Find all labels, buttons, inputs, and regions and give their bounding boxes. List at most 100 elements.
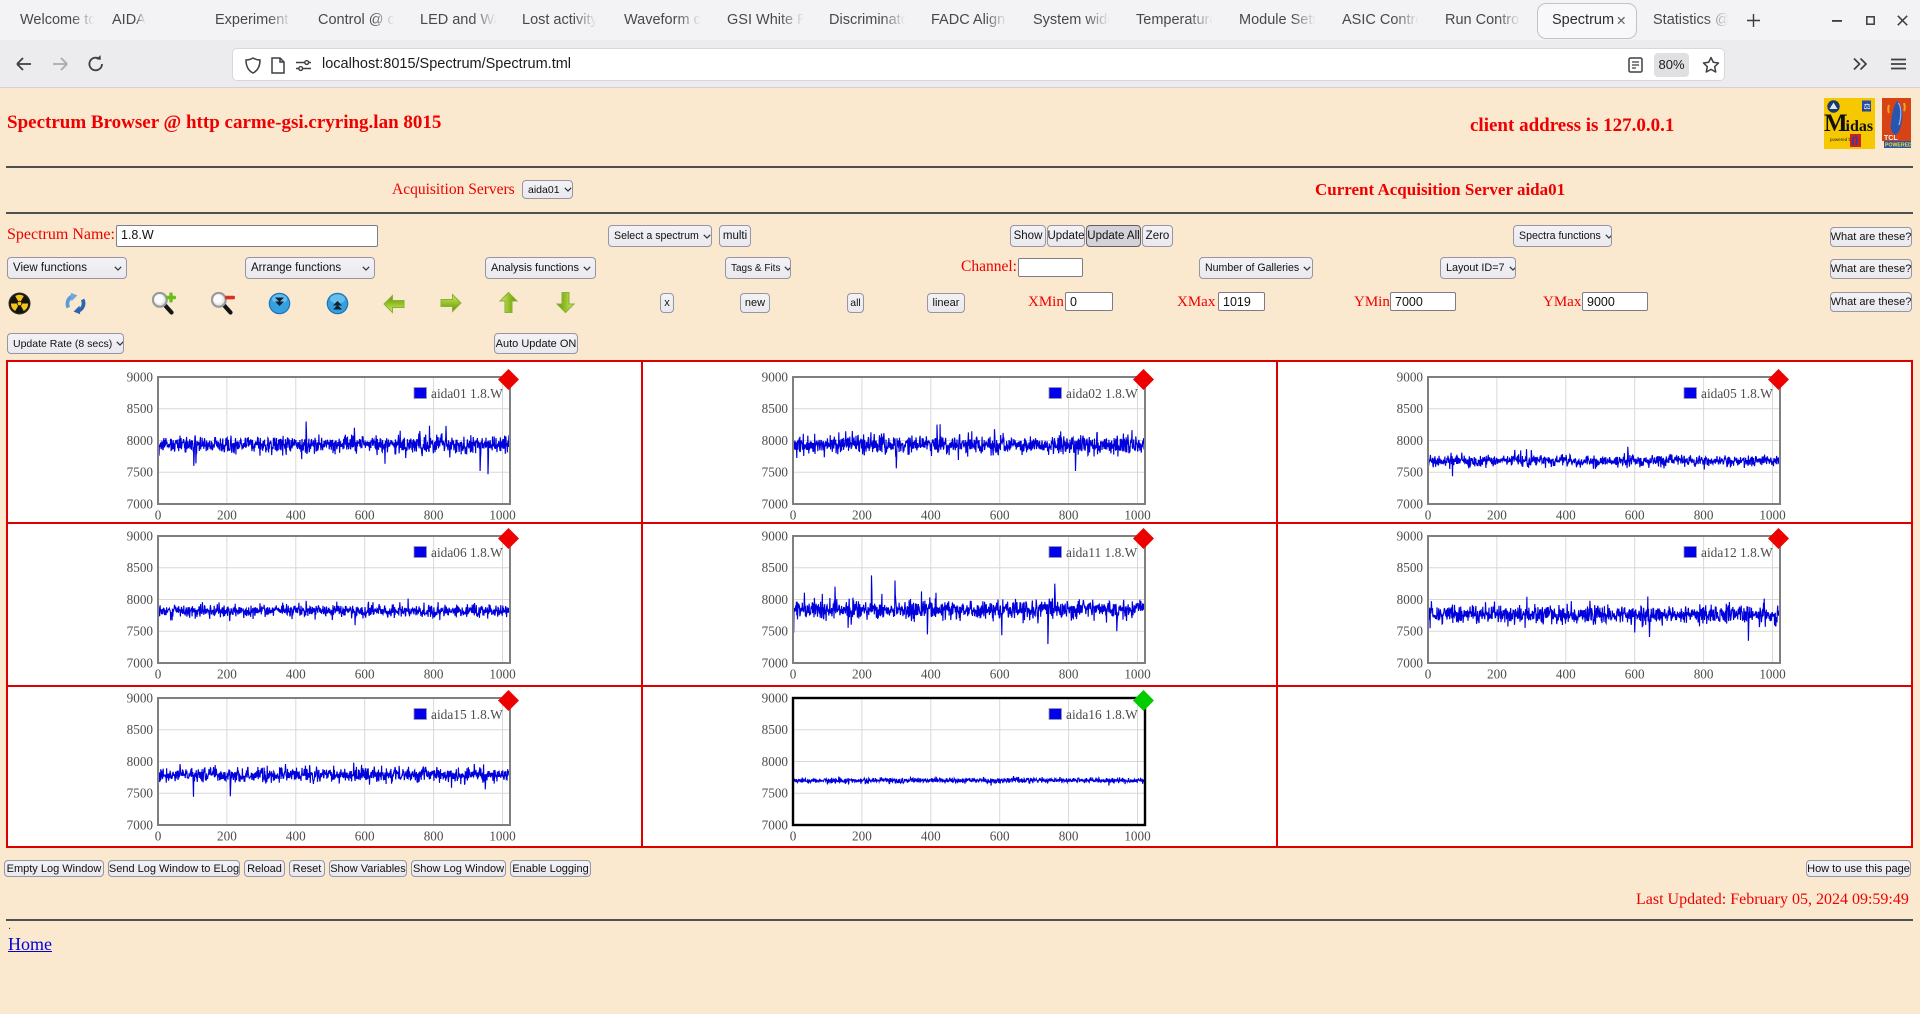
svg-text:600: 600 <box>355 508 375 523</box>
svg-text:8000: 8000 <box>762 592 789 607</box>
svg-text:aida02 1.8.W: aida02 1.8.W <box>1066 386 1138 401</box>
svg-text:8500: 8500 <box>762 722 789 737</box>
svg-text:800: 800 <box>1059 829 1079 844</box>
svg-text:7500: 7500 <box>127 624 154 639</box>
svg-text:POWERED: POWERED <box>1885 143 1912 149</box>
svg-text:1000: 1000 <box>489 508 516 523</box>
svg-text:9000: 9000 <box>1397 529 1424 544</box>
svg-text:600: 600 <box>990 508 1010 523</box>
svg-text:400: 400 <box>286 508 306 523</box>
svg-text:9000: 9000 <box>762 529 789 544</box>
svg-text:800: 800 <box>1694 508 1714 523</box>
svg-text:8500: 8500 <box>127 722 154 737</box>
svg-text:800: 800 <box>424 667 444 682</box>
svg-text:7500: 7500 <box>1397 465 1424 480</box>
svg-text:idas: idas <box>1846 118 1874 135</box>
svg-text:8000: 8000 <box>1397 433 1424 448</box>
svg-text:7000: 7000 <box>127 496 154 511</box>
svg-text:7000: 7000 <box>762 496 789 511</box>
svg-text:800: 800 <box>1694 667 1714 682</box>
svg-text:7500: 7500 <box>762 624 789 639</box>
svg-text:600: 600 <box>990 667 1010 682</box>
svg-text:M: M <box>1824 110 1848 137</box>
svg-text:400: 400 <box>921 829 941 844</box>
svg-text:8500: 8500 <box>762 401 789 416</box>
svg-text:7500: 7500 <box>1397 624 1424 639</box>
svg-text:600: 600 <box>355 667 375 682</box>
svg-text:aida01 1.8.W: aida01 1.8.W <box>431 386 503 401</box>
svg-text:8000: 8000 <box>762 754 789 769</box>
svg-text:8000: 8000 <box>127 754 154 769</box>
svg-text:600: 600 <box>990 829 1010 844</box>
svg-text:7500: 7500 <box>127 465 154 480</box>
svg-text:8500: 8500 <box>1397 560 1424 575</box>
svg-text:600: 600 <box>1625 667 1645 682</box>
svg-text:aida15 1.8.W: aida15 1.8.W <box>431 707 503 722</box>
svg-text:aida06 1.8.W: aida06 1.8.W <box>431 545 503 560</box>
svg-text:⚖: ⚖ <box>1864 102 1871 111</box>
svg-text:0: 0 <box>1425 667 1432 682</box>
svg-text:200: 200 <box>852 508 872 523</box>
svg-text:9000: 9000 <box>1397 370 1424 385</box>
svg-text:0: 0 <box>155 829 162 844</box>
svg-text:8000: 8000 <box>127 592 154 607</box>
svg-text:600: 600 <box>355 829 375 844</box>
svg-text:0: 0 <box>155 667 162 682</box>
svg-text:aida12 1.8.W: aida12 1.8.W <box>1701 545 1773 560</box>
svg-text:0: 0 <box>790 508 797 523</box>
svg-text:7500: 7500 <box>762 786 789 801</box>
svg-text:1000: 1000 <box>489 829 516 844</box>
svg-text:200: 200 <box>217 667 237 682</box>
svg-text:600: 600 <box>1625 508 1645 523</box>
svg-text:8500: 8500 <box>1397 401 1424 416</box>
svg-text:0: 0 <box>155 508 162 523</box>
svg-text:7000: 7000 <box>762 817 789 832</box>
svg-text:800: 800 <box>1059 667 1079 682</box>
svg-text:400: 400 <box>1556 508 1576 523</box>
svg-text:7000: 7000 <box>762 655 789 670</box>
svg-text:400: 400 <box>921 667 941 682</box>
svg-text:aida05 1.8.W: aida05 1.8.W <box>1701 386 1773 401</box>
svg-text:9000: 9000 <box>127 529 154 544</box>
svg-text:8500: 8500 <box>762 560 789 575</box>
svg-text:1000: 1000 <box>1124 508 1151 523</box>
svg-text:800: 800 <box>1059 508 1079 523</box>
svg-text:0: 0 <box>1425 508 1432 523</box>
svg-text:400: 400 <box>921 508 941 523</box>
svg-text:aida11 1.8.W: aida11 1.8.W <box>1066 545 1138 560</box>
svg-text:400: 400 <box>286 829 306 844</box>
svg-text:200: 200 <box>1487 508 1507 523</box>
svg-text:200: 200 <box>852 829 872 844</box>
svg-text:0: 0 <box>790 829 797 844</box>
svg-text:1000: 1000 <box>1759 667 1786 682</box>
svg-text:9000: 9000 <box>127 691 154 706</box>
svg-text:7000: 7000 <box>127 817 154 832</box>
svg-text:9000: 9000 <box>127 370 154 385</box>
svg-text:1000: 1000 <box>489 667 516 682</box>
svg-text:200: 200 <box>1487 667 1507 682</box>
svg-text:200: 200 <box>852 667 872 682</box>
svg-text:7500: 7500 <box>762 465 789 480</box>
svg-text:800: 800 <box>424 508 444 523</box>
svg-text:9000: 9000 <box>762 691 789 706</box>
svg-text:7000: 7000 <box>1397 655 1424 670</box>
svg-text:8000: 8000 <box>762 433 789 448</box>
svg-text:400: 400 <box>286 667 306 682</box>
svg-text:1000: 1000 <box>1124 829 1151 844</box>
svg-text:7000: 7000 <box>127 655 154 670</box>
svg-text:9000: 9000 <box>762 370 789 385</box>
svg-text:200: 200 <box>217 508 237 523</box>
svg-text:7000: 7000 <box>1397 496 1424 511</box>
svg-text:8500: 8500 <box>127 560 154 575</box>
svg-text:aida16 1.8.W: aida16 1.8.W <box>1066 707 1138 722</box>
svg-text:800: 800 <box>424 829 444 844</box>
svg-text:8000: 8000 <box>127 433 154 448</box>
svg-text:8000: 8000 <box>1397 592 1424 607</box>
svg-text:0: 0 <box>790 667 797 682</box>
svg-text:8500: 8500 <box>127 401 154 416</box>
svg-text:400: 400 <box>1556 667 1576 682</box>
svg-text:TCL: TCL <box>1884 135 1898 142</box>
svg-text:200: 200 <box>217 829 237 844</box>
svg-text:7500: 7500 <box>127 786 154 801</box>
svg-text:1000: 1000 <box>1124 667 1151 682</box>
